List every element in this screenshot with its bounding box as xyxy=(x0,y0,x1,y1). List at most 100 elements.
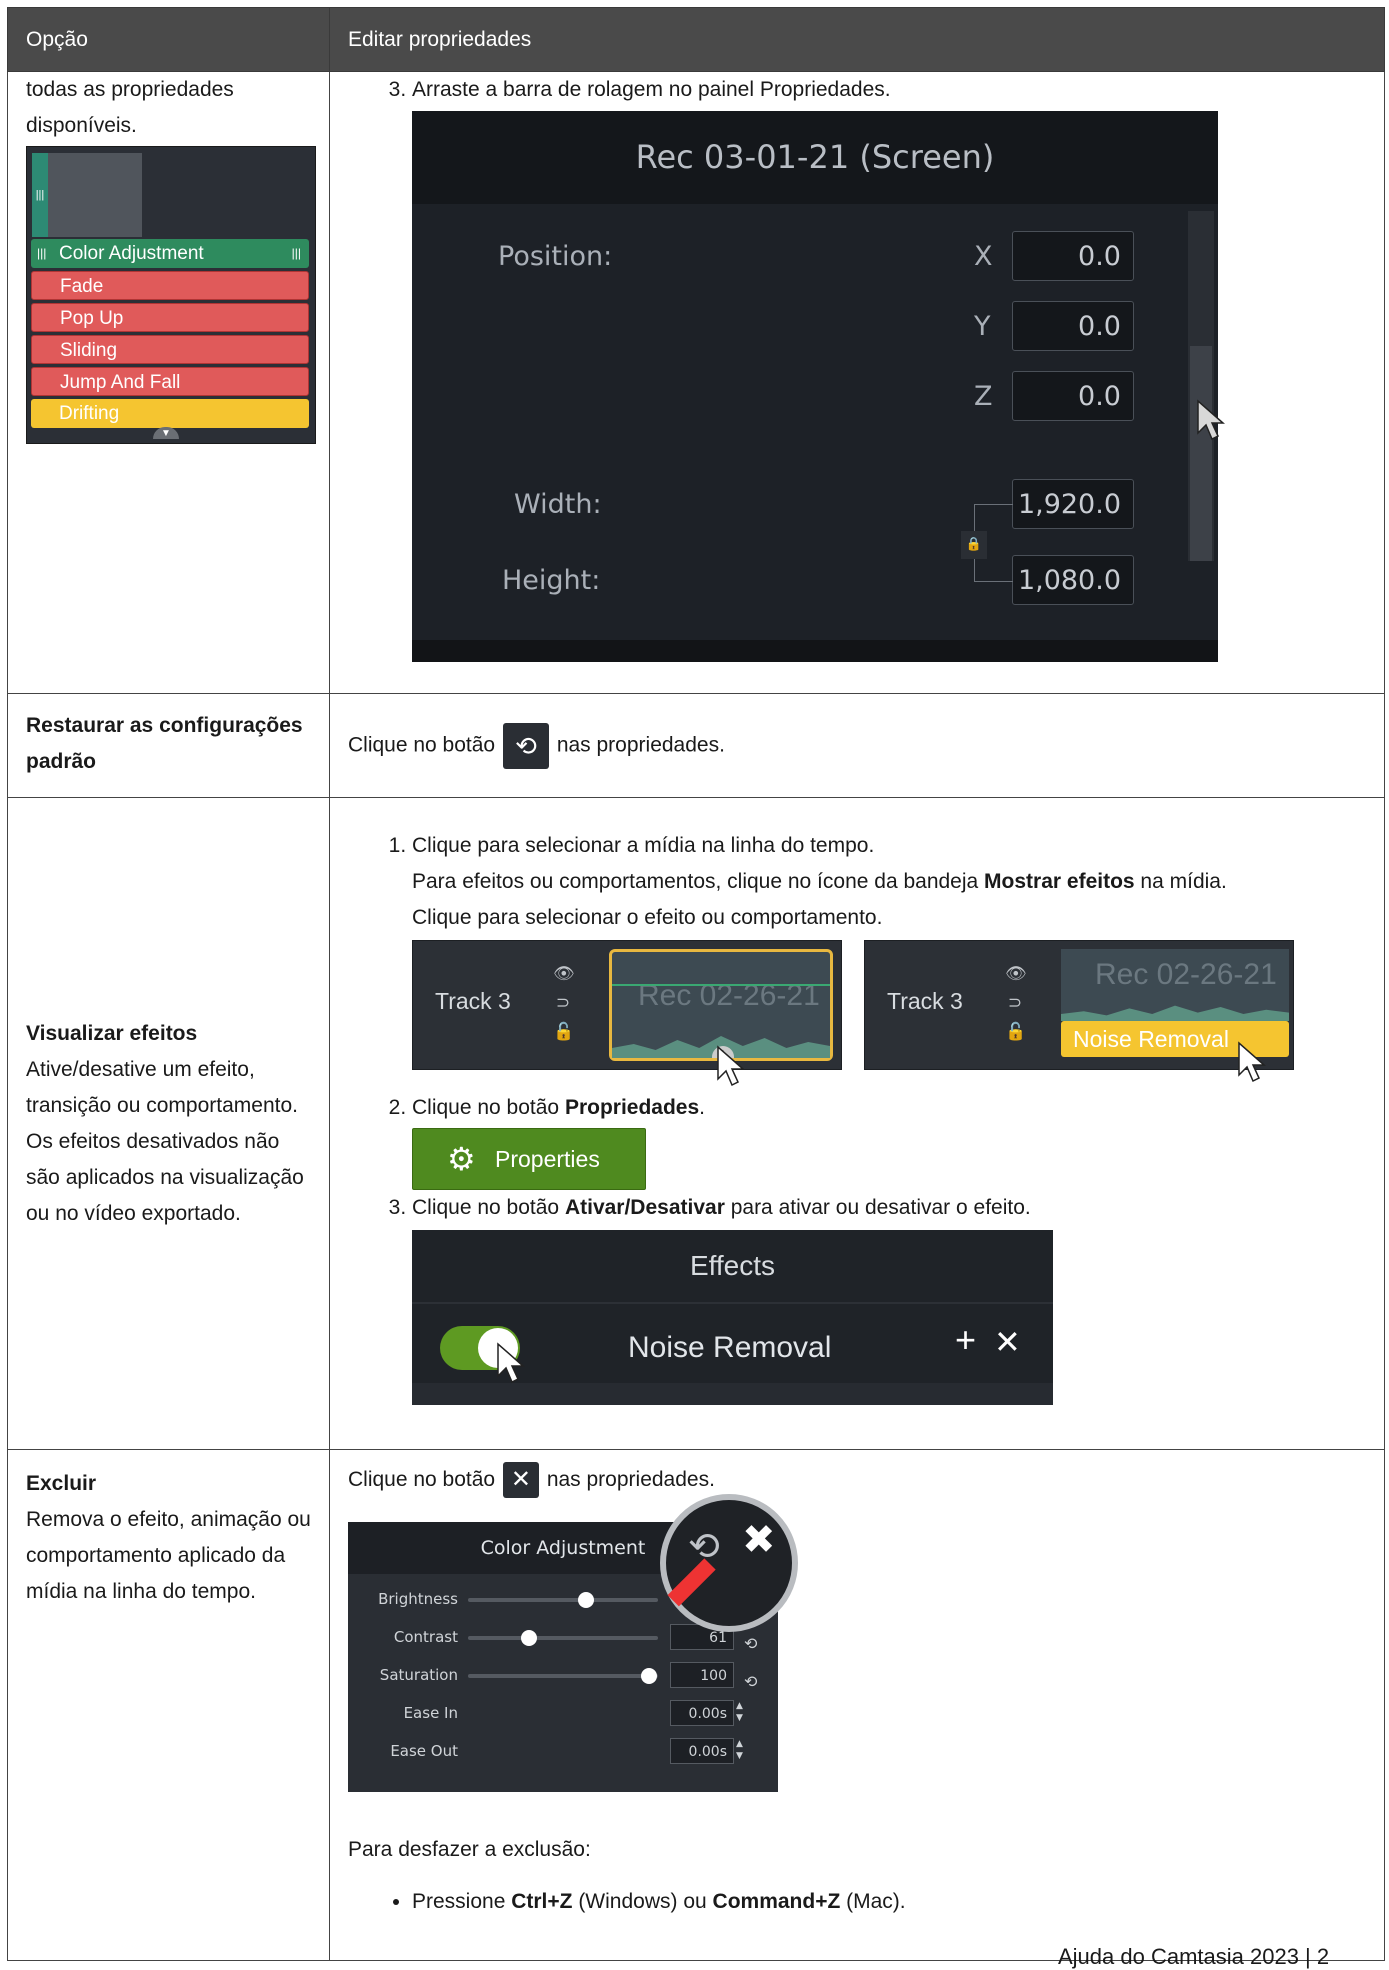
zoom-callout: ⟲ ✖ xyxy=(660,1494,798,1633)
drag-handle-icon[interactable]: ||| xyxy=(32,153,48,237)
text: Clique no botão xyxy=(412,1196,565,1219)
eye-icon[interactable]: 👁 xyxy=(1005,959,1027,988)
row1-left-text: todas as propriedades disponíveis. xyxy=(26,78,234,137)
width-field[interactable]: 1,920.0 xyxy=(1012,479,1134,529)
brightness-slider[interactable] xyxy=(468,1592,658,1609)
position-label: Position: xyxy=(498,241,613,272)
text-bold: Ativar/Desativar xyxy=(564,1196,725,1219)
track-icons: 👁 ⊃ 🔓 xyxy=(553,959,575,1046)
reset-icon[interactable]: ⟲ xyxy=(502,722,549,769)
row4-title: Excluir xyxy=(26,1472,97,1495)
track-name: Track 3 xyxy=(887,988,963,1014)
close-icon[interactable]: ✕ xyxy=(994,1324,1021,1360)
ease-in-label: Ease In xyxy=(403,1704,458,1723)
position-y-field[interactable]: 0.0 xyxy=(1012,301,1134,351)
reset-icon[interactable]: ⟲ xyxy=(744,1664,757,1700)
ease-in-row: Ease In 0.00s ▲ ▼ xyxy=(348,1698,778,1728)
effects-panel-bottom xyxy=(412,1383,1053,1405)
close-icon[interactable]: ✖ xyxy=(742,1520,776,1560)
grip-icon: ||| xyxy=(291,246,301,260)
lock-icon[interactable]: 🔓 xyxy=(553,1017,574,1046)
ease-out-value[interactable]: 0.00s xyxy=(670,1738,734,1765)
effect-name: Noise Removal xyxy=(628,1331,832,1364)
row2-text-before: Clique no botão xyxy=(348,733,496,757)
scrollbar-thumb[interactable] xyxy=(1190,346,1212,561)
row2-text-after: nas propriedades. xyxy=(556,733,725,757)
width-label: Width: xyxy=(514,489,602,520)
y-label: Y xyxy=(974,311,991,342)
row3-title: Visualizar efeitos xyxy=(26,1021,198,1045)
properties-button[interactable]: ⚙ Properties xyxy=(412,1128,646,1190)
contrast-slider[interactable] xyxy=(468,1630,658,1647)
effect-label: Jump And Fall xyxy=(60,372,181,393)
text-bold: Ctrl+Z xyxy=(511,1890,573,1914)
ease-out-row: Ease Out 0.00s ▲ ▼ xyxy=(348,1736,778,1766)
properties-table: Opção Editar propriedades todas as propr… xyxy=(7,7,1385,1962)
track-screenshots: Track 3 👁⊃🔓 Rec 02-26-21 ▲ xyxy=(412,940,1366,1090)
effect-sliding[interactable]: Sliding xyxy=(31,335,309,364)
step-3-text: Arraste a barra de rolagem no painel Pro… xyxy=(412,78,891,101)
effect-label: Color Adjustment xyxy=(59,243,204,264)
text: Para efeitos ou comportamentos, clique n… xyxy=(412,870,985,893)
effect-drifting[interactable]: Drifting xyxy=(31,399,309,428)
plus-icon[interactable]: + xyxy=(955,1322,976,1358)
slider-knob[interactable] xyxy=(640,1668,657,1685)
properties-button-label: Properties xyxy=(495,1146,600,1172)
stepper-icon[interactable]: ▲ ▼ xyxy=(736,1738,743,1762)
chevron-down-icon[interactable]: ▼ xyxy=(153,427,179,439)
grip-icon: ||| xyxy=(37,246,47,260)
color-adjustment-panel: Color Adjustment Brightness Contrast 61 … xyxy=(348,1494,798,1793)
step-2: Clique no botão Propriedades. ⚙ Properti… xyxy=(412,1090,1366,1190)
text: Clique no botão xyxy=(412,1096,565,1119)
effect-fade[interactable]: Fade xyxy=(31,271,309,300)
text-bold: Propriedades xyxy=(564,1096,700,1119)
track-panel-selected: Track 3 👁⊃🔓 Rec 02-26-21 ▲ xyxy=(412,940,842,1087)
row4-text-after: nas propriedades. xyxy=(546,1468,715,1491)
reset-icon[interactable]: ⟲ xyxy=(744,1626,757,1662)
row3-edit-cell: Clique para selecionar a mídia na linha … xyxy=(329,797,1385,1450)
effect-color-adjustment[interactable]: ||| Color Adjustment ||| xyxy=(31,239,309,268)
text-bold: Mostrar efeitos xyxy=(984,870,1135,893)
track-panel-effects: Track 3 👁 ⊃ 🔓 Rec 02-26-21 Noise Removal xyxy=(864,940,1294,1083)
step-1-line-1: Clique para selecionar a mídia na linha … xyxy=(412,834,875,857)
saturation-label: Saturation xyxy=(379,1666,458,1685)
media-clip[interactable]: Rec 02-26-21 xyxy=(1061,949,1289,1021)
magnet-icon[interactable]: ⊃ xyxy=(553,988,573,1017)
effect-jump-and-fall[interactable]: Jump And Fall xyxy=(31,367,309,396)
saturation-slider[interactable] xyxy=(468,1668,658,1685)
effects-panel-title: Effects xyxy=(412,1230,1053,1304)
step-2-text: Clique no botão Propriedades. xyxy=(412,1090,1366,1126)
properties-scrollbar[interactable] xyxy=(1188,211,1214,561)
lock-icon[interactable]: 🔒 xyxy=(961,531,987,559)
row2-title: Restaurar as configurações padrão xyxy=(26,714,303,773)
column-header-option: Opção xyxy=(7,7,330,72)
row4-option-cell: Excluir Remova o efeito, animação ou com… xyxy=(7,1448,330,1962)
position-x-field[interactable]: 0.0 xyxy=(1012,231,1134,281)
step-3b: Clique no botão Ativar/Desativar para at… xyxy=(412,1190,1366,1405)
saturation-value[interactable]: 100 xyxy=(670,1662,734,1689)
position-z-field[interactable]: 0.0 xyxy=(1012,371,1134,421)
slider-knob[interactable] xyxy=(577,1592,594,1609)
close-icon[interactable]: ✕ xyxy=(502,1462,539,1499)
effects-panel: Effects Noise Removal + ✕ xyxy=(412,1230,1053,1405)
text: (Mac). xyxy=(840,1890,906,1914)
eye-icon[interactable]: 👁 xyxy=(553,959,575,988)
row4-edit-cell: Clique no botão ✕ nas propriedades. Colo… xyxy=(329,1448,1385,1962)
effect-label: Sliding xyxy=(60,340,118,361)
step-3: Arraste a barra de rolagem no painel Pro… xyxy=(412,72,1366,662)
ease-in-value[interactable]: 0.00s xyxy=(670,1700,734,1727)
slider-knob[interactable] xyxy=(520,1630,537,1647)
height-field[interactable]: 1,080.0 xyxy=(1012,555,1134,605)
row3-option-cell: Visualizar efeitos Ative/desative um efe… xyxy=(7,797,330,1450)
saturation-row: Saturation 100 ⟲ xyxy=(348,1660,778,1691)
effect-label: Fade xyxy=(60,276,104,297)
effect-pop-up[interactable]: Pop Up xyxy=(31,303,309,332)
magnet-icon[interactable]: ⊃ xyxy=(1005,988,1025,1017)
lock-icon[interactable]: 🔓 xyxy=(1005,1017,1026,1046)
step-1: Clique para selecionar a mídia na linha … xyxy=(412,828,1366,1090)
text: Pressione xyxy=(412,1890,512,1914)
stepper-icon[interactable]: ▲ ▼ xyxy=(736,1700,743,1724)
row1-edit-cell: Arraste a barra de rolagem no painel Pro… xyxy=(329,71,1385,694)
text: na mídia. xyxy=(1134,870,1227,893)
step-1-line-2: Para efeitos ou comportamentos, clique n… xyxy=(412,864,1366,900)
